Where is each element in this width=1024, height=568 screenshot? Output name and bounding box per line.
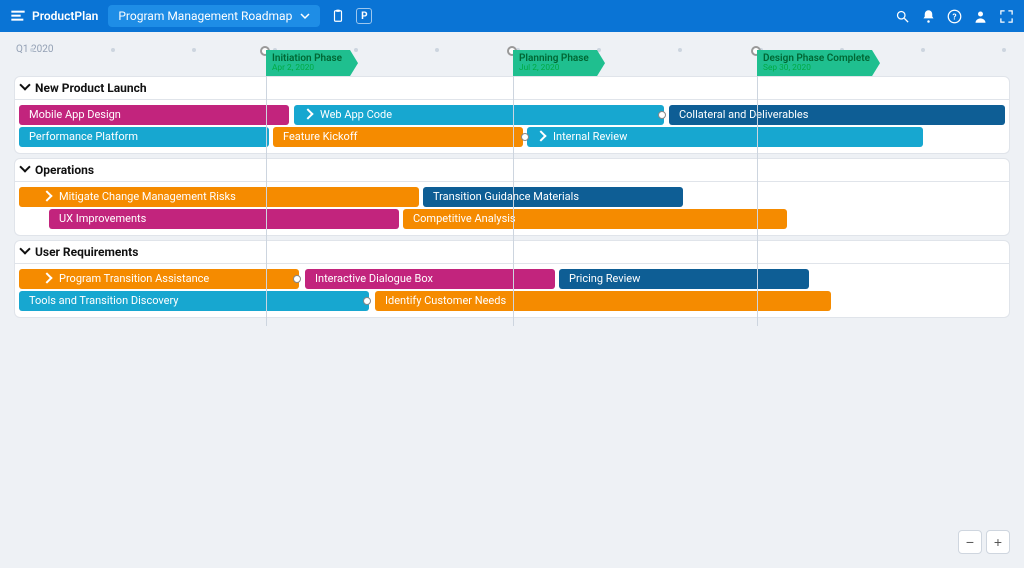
zoom-controls: − + bbox=[958, 530, 1010, 554]
lane-row: Tools and Transition Discovery Identify C… bbox=[19, 291, 1005, 311]
link-dot-icon[interactable] bbox=[658, 111, 666, 119]
roadmap-bar[interactable]: Identify Customer Needs bbox=[375, 291, 831, 311]
milestone[interactable]: Planning PhaseJul 2, 2020 bbox=[513, 50, 605, 76]
lane-body: Mitigate Change Management Risks Transiti… bbox=[14, 182, 1010, 236]
roadmap-bar[interactable]: Program Transition Assistance bbox=[19, 269, 299, 289]
lane-row: UX Improvements Competitive Analysis bbox=[19, 209, 1005, 229]
roadmap-selector[interactable]: Program Management Roadmap bbox=[108, 5, 320, 27]
bar-label: Feature Kickoff bbox=[283, 127, 357, 147]
roadmap-bar[interactable]: Web App Code bbox=[294, 105, 664, 125]
parking-icon[interactable]: P bbox=[356, 8, 372, 24]
bell-icon[interactable] bbox=[920, 8, 936, 24]
roadmap-bar[interactable]: Competitive Analysis bbox=[403, 209, 787, 229]
roadmap-bar[interactable]: Collateral and Deliverables bbox=[669, 105, 1005, 125]
lane-row: Program Transition Assistance Interactive… bbox=[19, 269, 1005, 289]
bar-label: Competitive Analysis bbox=[413, 209, 516, 229]
bar-label: Collateral and Deliverables bbox=[679, 105, 808, 125]
roadmap-bar[interactable]: Tools and Transition Discovery bbox=[19, 291, 369, 311]
svg-text:?: ? bbox=[952, 11, 956, 21]
clipboard-icon[interactable] bbox=[330, 8, 346, 24]
zoom-out-button[interactable]: − bbox=[958, 530, 982, 554]
bar-label: Performance Platform bbox=[29, 127, 138, 147]
logo-icon bbox=[10, 8, 26, 24]
bar-label: Transition Guidance Materials bbox=[433, 187, 579, 207]
brand-text: ProductPlan bbox=[32, 9, 98, 23]
milestone-flag: Initiation PhaseApr 2, 2020 bbox=[266, 50, 358, 76]
lane: Operations Mitigate Change Management Ris… bbox=[14, 158, 1010, 236]
link-dot-icon[interactable] bbox=[293, 275, 301, 283]
roadmap-canvas[interactable]: Q1 2020 Initiation PhaseApr 2, 2020 Plann… bbox=[10, 40, 1014, 558]
chevron-down-icon bbox=[21, 165, 31, 175]
lane: New Product Launch Mobile App Design Web A… bbox=[14, 76, 1010, 154]
lane-row: Performance Platform Feature Kickoff Inter… bbox=[19, 127, 1005, 147]
bar-label: Tools and Transition Discovery bbox=[29, 291, 179, 311]
bar-label: UX Improvements bbox=[59, 209, 146, 229]
user-icon[interactable] bbox=[972, 8, 988, 24]
milestone[interactable]: Initiation PhaseApr 2, 2020 bbox=[266, 50, 358, 76]
roadmap-bar[interactable]: UX Improvements bbox=[49, 209, 399, 229]
roadmap-bar[interactable]: Mobile App Design bbox=[19, 105, 289, 125]
bar-label: Interactive Dialogue Box bbox=[315, 269, 433, 289]
lane: User Requirements Program Transition Assi… bbox=[14, 240, 1010, 318]
roadmap-bar[interactable]: Internal Review bbox=[527, 127, 923, 147]
link-dot-icon[interactable] bbox=[521, 133, 529, 141]
chevron-down-icon bbox=[21, 83, 31, 93]
bar-label: Program Transition Assistance bbox=[59, 269, 209, 289]
roadmap-bar[interactable]: Feature Kickoff bbox=[273, 127, 523, 147]
lane-header[interactable]: Operations bbox=[14, 158, 1010, 182]
link-dot-icon[interactable] bbox=[363, 297, 371, 305]
brand-logo[interactable]: ProductPlan bbox=[10, 8, 98, 24]
chevron-down-icon bbox=[21, 247, 31, 257]
bar-label: Mitigate Change Management Risks bbox=[59, 187, 236, 207]
milestone[interactable]: Design Phase CompleteSep 30, 2020 bbox=[757, 50, 880, 76]
app-header: ProductPlan Program Management Roadmap P… bbox=[0, 0, 1024, 32]
chevron-right-icon bbox=[43, 192, 53, 202]
bar-label: Pricing Review bbox=[569, 269, 640, 289]
help-icon[interactable]: ? bbox=[946, 8, 962, 24]
bar-label: Web App Code bbox=[320, 105, 392, 125]
roadmap-bar[interactable]: Performance Platform bbox=[19, 127, 269, 147]
milestone-flag: Design Phase CompleteSep 30, 2020 bbox=[757, 50, 880, 76]
lane-header[interactable]: New Product Launch bbox=[14, 76, 1010, 100]
milestone-flag: Planning PhaseJul 2, 2020 bbox=[513, 50, 605, 76]
roadmap-bar[interactable]: Mitigate Change Management Risks bbox=[19, 187, 419, 207]
roadmap-bar[interactable]: Interactive Dialogue Box bbox=[305, 269, 555, 289]
lane-header[interactable]: User Requirements bbox=[14, 240, 1010, 264]
zoom-in-button[interactable]: + bbox=[986, 530, 1010, 554]
lane-title: User Requirements bbox=[35, 245, 138, 259]
lane-title: Operations bbox=[35, 163, 94, 177]
lane-body: Program Transition Assistance Interactive… bbox=[14, 264, 1010, 318]
bar-label: Identify Customer Needs bbox=[385, 291, 506, 311]
chevron-right-icon bbox=[43, 274, 53, 284]
fullscreen-icon[interactable] bbox=[998, 8, 1014, 24]
chevron-down-icon bbox=[300, 11, 310, 21]
lanes-container: New Product Launch Mobile App Design Web A… bbox=[10, 76, 1014, 322]
roadmap-bar[interactable]: Pricing Review bbox=[559, 269, 809, 289]
bar-label: Mobile App Design bbox=[29, 105, 121, 125]
bar-label: Internal Review bbox=[553, 127, 627, 147]
chevron-right-icon bbox=[304, 110, 314, 120]
lane-body: Mobile App Design Web App Code Collateral … bbox=[14, 100, 1010, 154]
lane-row: Mitigate Change Management Risks Transiti… bbox=[19, 187, 1005, 207]
search-icon[interactable] bbox=[894, 8, 910, 24]
lane-row: Mobile App Design Web App Code Collateral … bbox=[19, 105, 1005, 125]
chevron-right-icon bbox=[537, 132, 547, 142]
lane-title: New Product Launch bbox=[35, 81, 147, 95]
roadmap-bar[interactable]: Transition Guidance Materials bbox=[423, 187, 683, 207]
roadmap-name: Program Management Roadmap bbox=[118, 9, 292, 23]
quarter-label: Q1 2020 bbox=[16, 44, 53, 55]
